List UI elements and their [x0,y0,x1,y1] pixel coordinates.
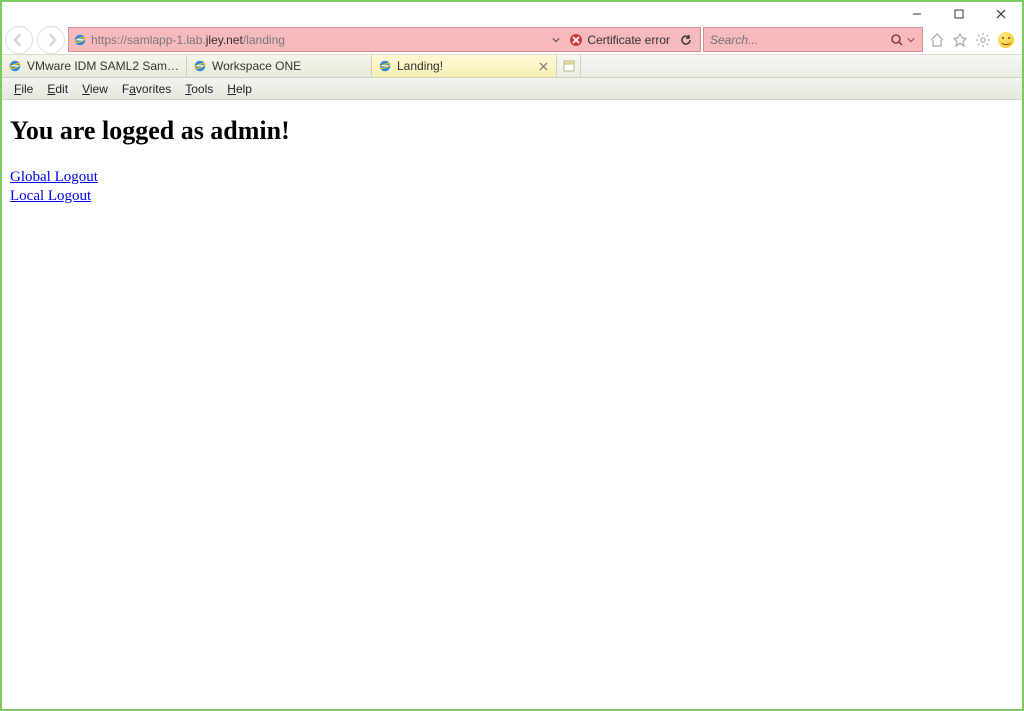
ie-icon [193,59,207,73]
window-titlebar [2,2,1022,26]
settings-icon[interactable] [973,30,993,50]
refresh-button[interactable] [676,33,696,47]
url-suffix: /landing [243,33,285,47]
ie-icon [8,59,22,73]
search-dropdown[interactable] [906,36,916,44]
url-text[interactable]: https://samlapp-1.lab.jley.net/landing [91,33,549,47]
page-content: You are logged as admin! Global Logout L… [2,100,1022,214]
menu-help[interactable]: Help [221,80,258,98]
feedback-icon[interactable] [996,30,1016,50]
forward-button[interactable] [37,26,65,54]
url-host: jley.net [206,33,243,47]
toolbar-icons [925,26,1018,54]
menu-edit[interactable]: Edit [41,80,74,98]
tab-workspace-one[interactable]: Workspace ONE [187,55,372,77]
certificate-error[interactable]: Certificate error [563,33,676,47]
navigation-bar: https://samlapp-1.lab.jley.net/landing C… [2,26,1022,54]
global-logout-link[interactable]: Global Logout [10,168,1014,187]
new-tab-button[interactable] [557,55,581,77]
certificate-error-icon [569,33,583,47]
address-dropdown[interactable] [549,36,563,44]
tab-vmware-idm[interactable]: VMware IDM SAML2 Sample A… [2,55,187,77]
search-bar[interactable] [703,27,923,52]
favorites-icon[interactable] [950,30,970,50]
minimize-button[interactable] [896,3,938,25]
search-icon[interactable] [888,33,906,47]
maximize-button[interactable] [938,3,980,25]
ie-icon [378,59,392,73]
local-logout-link[interactable]: Local Logout [10,187,1014,206]
menu-favorites[interactable]: Favorites [116,80,177,98]
menu-file[interactable]: File [8,80,39,98]
page-heading: You are logged as admin! [10,116,1014,146]
tabs-bar: VMware IDM SAML2 Sample A… Workspace ONE… [2,54,1022,78]
ie-icon [73,33,87,47]
url-prefix: https://samlapp-1.lab. [91,33,206,47]
tab-label: VMware IDM SAML2 Sample A… [27,59,180,73]
home-icon[interactable] [927,30,947,50]
menu-view[interactable]: View [76,80,114,98]
back-button[interactable] [5,26,33,54]
certificate-error-label: Certificate error [587,33,670,47]
menu-tools[interactable]: Tools [179,80,219,98]
close-tab-icon[interactable] [536,59,550,73]
search-input[interactable] [710,33,888,47]
address-bar[interactable]: https://samlapp-1.lab.jley.net/landing C… [68,27,701,52]
close-window-button[interactable] [980,3,1022,25]
menu-bar: File Edit View Favorites Tools Help [2,78,1022,100]
tab-landing[interactable]: Landing! [372,55,557,77]
tab-label: Workspace ONE [212,59,365,73]
tab-label: Landing! [397,59,531,73]
